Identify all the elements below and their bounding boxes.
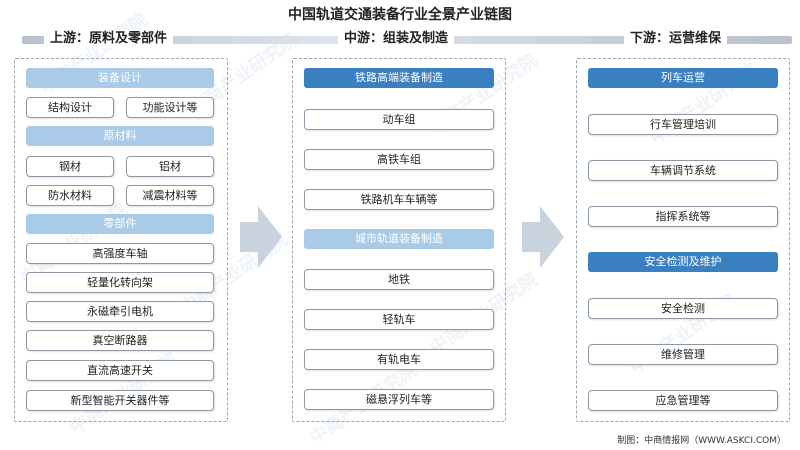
node-tram: 有轨电车 <box>304 349 494 370</box>
node-steel: 钢材 <box>26 156 114 177</box>
node-dc-high-speed-switch: 直流高速开关 <box>26 360 214 381</box>
upstream-heading: 上游：原料及零部件 <box>44 30 174 48</box>
flow-arrow-icon <box>240 206 282 268</box>
node-waterproof-material: 防水材料 <box>26 185 114 206</box>
node-smart-switch-device: 新型智能开关器件等 <box>26 390 214 411</box>
node-vacuum-breaker: 真空断路器 <box>26 330 214 351</box>
page-title: 中国轨道交通装备行业全景产业链图 <box>288 7 512 23</box>
section-header-maintenance: 安全检测及维护 <box>588 252 778 272</box>
node-aluminum: 铝材 <box>126 156 214 177</box>
node-maglev: 磁悬浮列车等 <box>304 389 494 410</box>
section-header-operation: 列车运营 <box>588 68 778 88</box>
downstream-panel <box>576 58 790 422</box>
node-metro: 地铁 <box>304 269 494 290</box>
node-high-strength-axle: 高强度车轴 <box>26 243 214 264</box>
node-emergency-management: 应急管理等 <box>588 390 778 411</box>
node-maintenance-management: 维修管理 <box>588 344 778 365</box>
section-header-components: 零部件 <box>26 214 214 234</box>
node-driving-management-training: 行车管理培训 <box>588 114 778 135</box>
node-locomotive: 铁路机车车辆等 <box>304 189 494 210</box>
flow-arrow-icon <box>522 206 564 268</box>
node-pm-traction-motor: 永磁牵引电机 <box>26 301 214 322</box>
midstream-heading: 中游：组装及制造 <box>338 30 455 48</box>
node-light-rail: 轻轨车 <box>304 309 494 330</box>
section-header-equipment-design: 装备设计 <box>26 68 214 88</box>
downstream-heading: 下游：运营维保 <box>624 30 728 48</box>
node-damping-material: 减震材料等 <box>126 185 214 206</box>
section-header-raw-materials: 原材料 <box>26 126 214 146</box>
node-vehicle-regulation-system: 车辆调节系统 <box>588 160 778 181</box>
node-lightweight-bogie: 轻量化转向架 <box>26 272 214 293</box>
section-header-urban: 城市轨道装备制造 <box>304 229 494 249</box>
node-safety-inspection: 安全检测 <box>588 298 778 319</box>
node-function-design: 功能设计等 <box>126 97 214 118</box>
node-command-system: 指挥系统等 <box>588 206 778 227</box>
node-emu: 动车组 <box>304 109 494 130</box>
source-credit: 制图：中商情报网（WWW.ASKCI.COM） <box>617 436 786 446</box>
section-header-railway: 铁路高端装备制造 <box>304 68 494 88</box>
node-high-speed-train: 高铁车组 <box>304 149 494 170</box>
node-structure-design: 结构设计 <box>26 97 114 118</box>
